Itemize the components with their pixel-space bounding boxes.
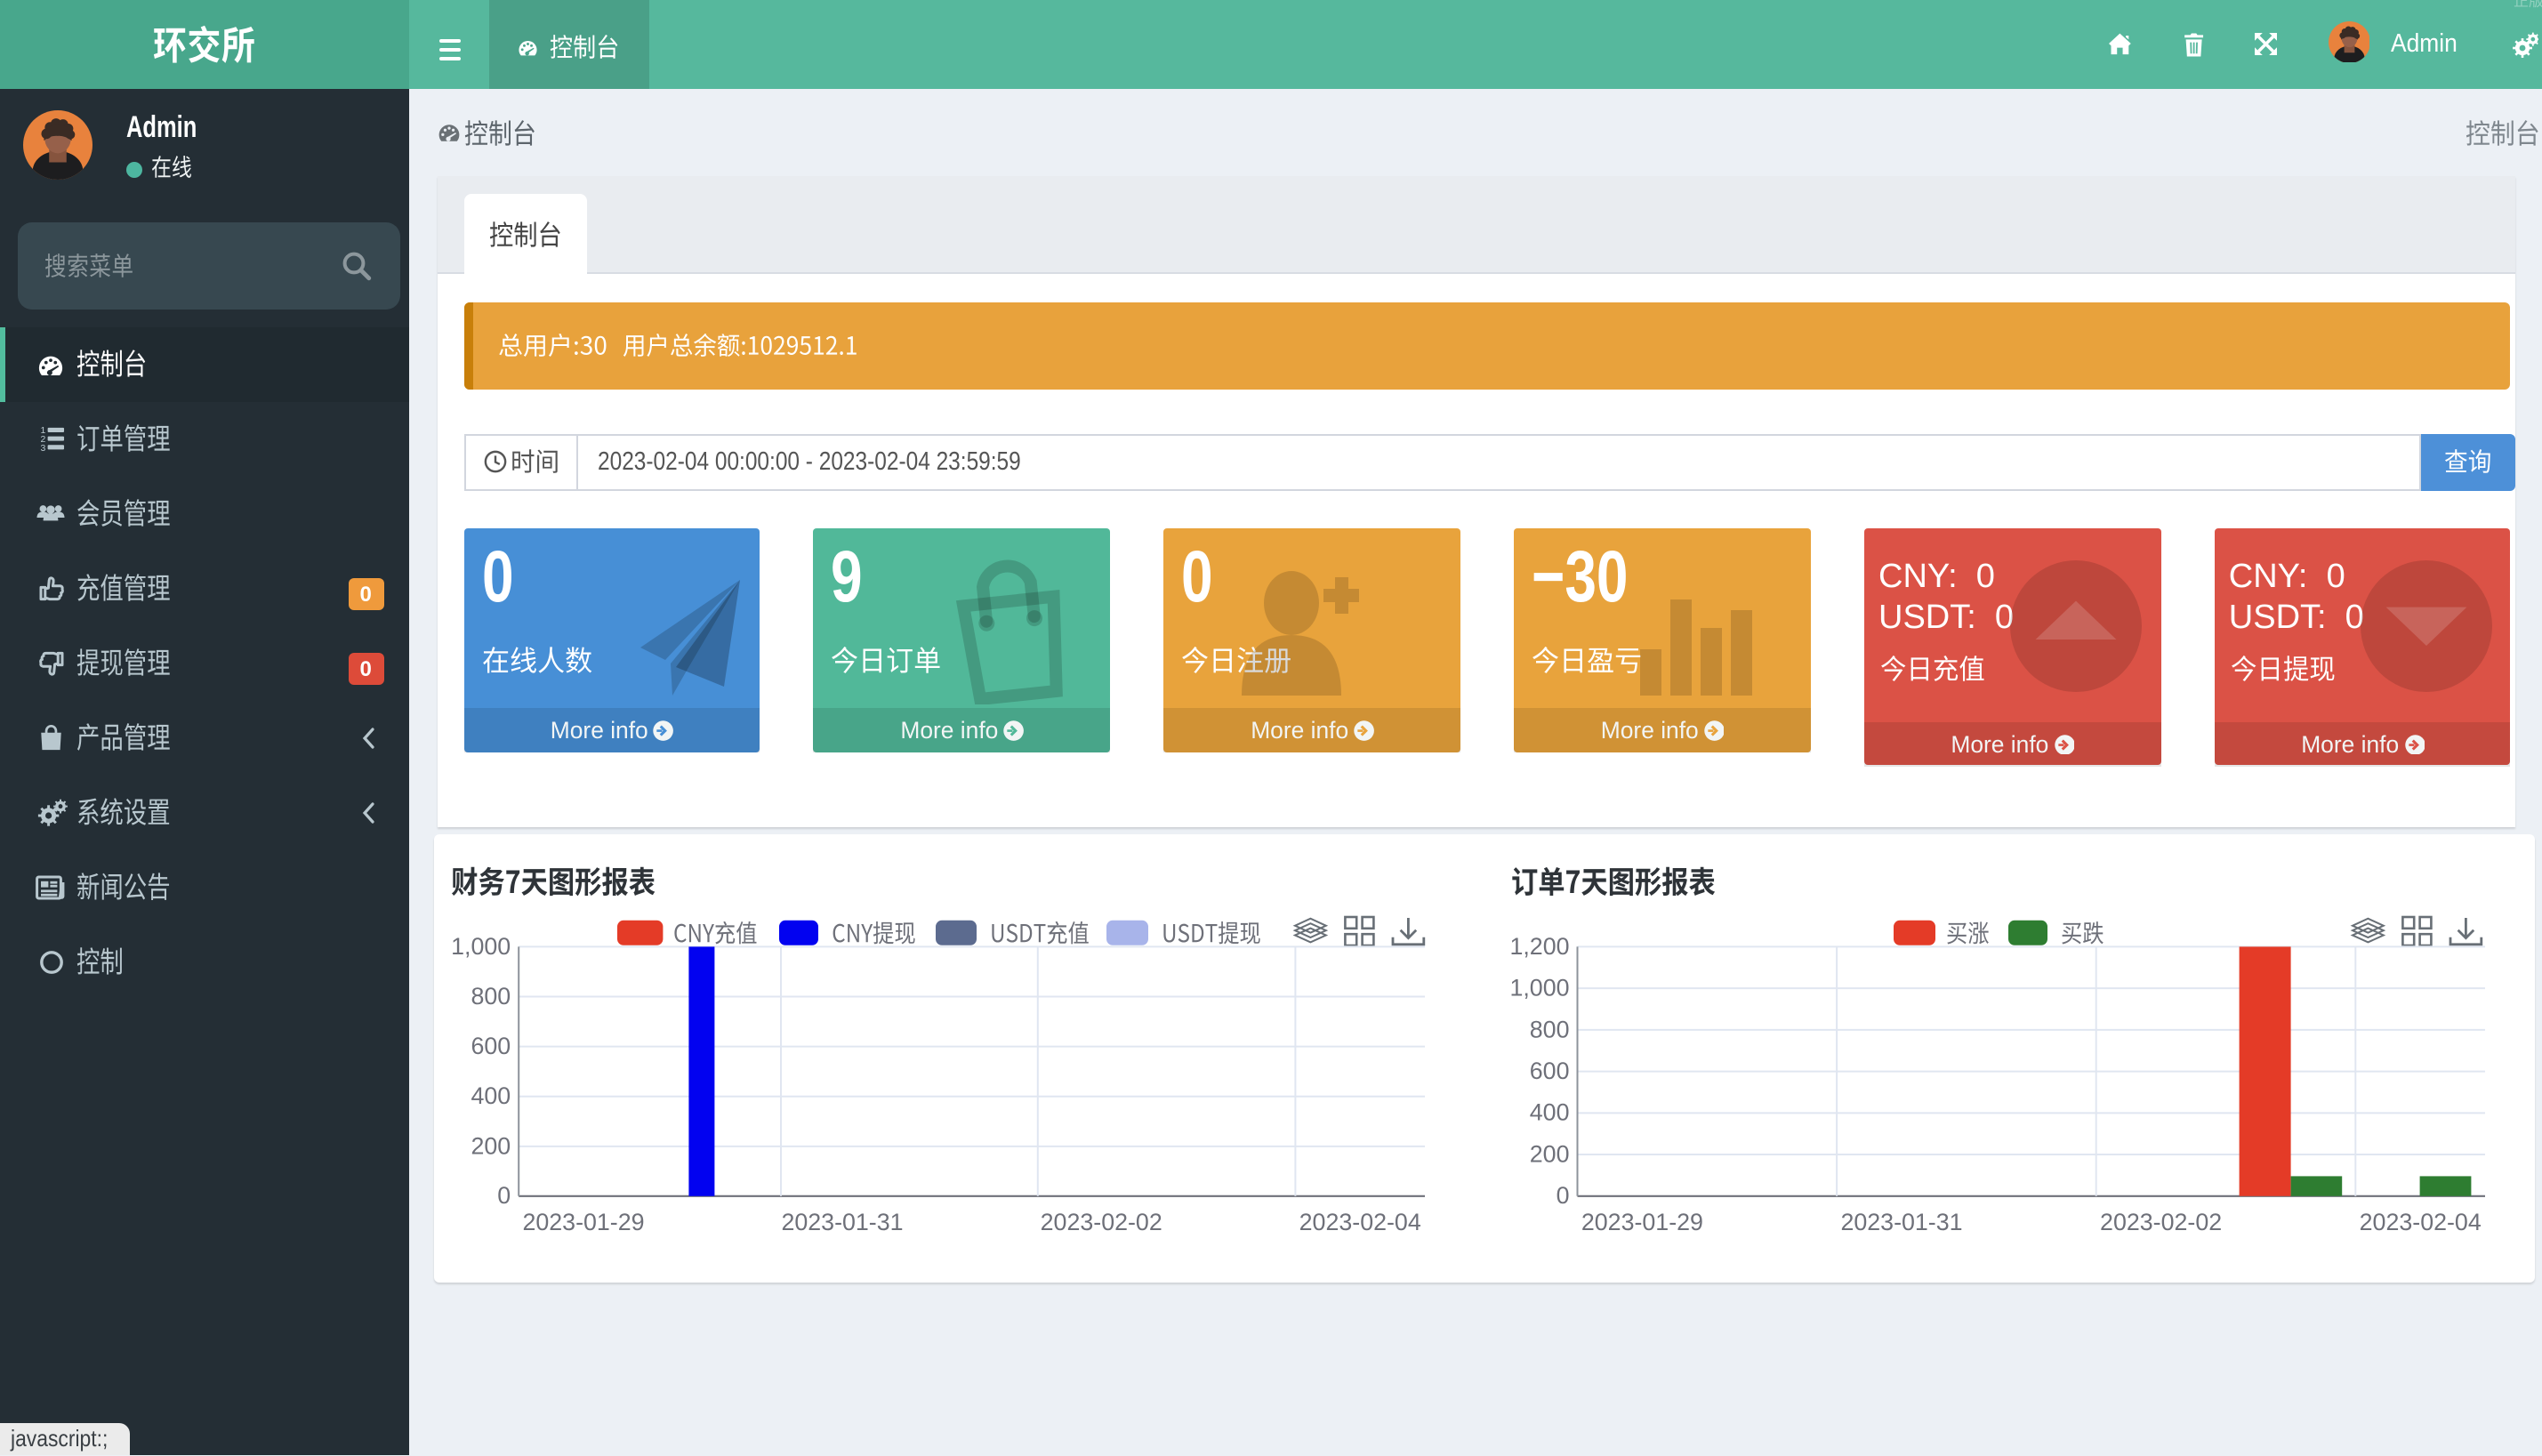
svg-text:2023-01-31: 2023-01-31 [1840, 1208, 1962, 1235]
svg-text:2023-01-29: 2023-01-29 [1581, 1208, 1703, 1235]
svg-text:600: 600 [1530, 1057, 1570, 1083]
svg-text:2023-02-04: 2023-02-04 [1299, 1208, 1421, 1235]
svg-text:600: 600 [471, 1032, 511, 1058]
svg-text:2023-01-29: 2023-01-29 [522, 1208, 644, 1235]
svg-text:1,000: 1,000 [451, 932, 511, 959]
svg-text:1,200: 1,200 [1509, 932, 1569, 959]
svg-text:200: 200 [471, 1131, 511, 1158]
svg-text:400: 400 [471, 1082, 511, 1108]
svg-text:3: 3 [40, 445, 45, 454]
svg-text:1,000: 1,000 [1509, 974, 1569, 1001]
svg-text:800: 800 [471, 982, 511, 1009]
svg-text:0: 0 [497, 1181, 511, 1208]
svg-text:800: 800 [1530, 1015, 1570, 1042]
svg-text:0: 0 [1557, 1181, 1570, 1208]
svg-text:200: 200 [1530, 1139, 1570, 1166]
svg-text:2023-02-02: 2023-02-02 [1041, 1208, 1162, 1235]
svg-text:2023-02-04: 2023-02-04 [2360, 1208, 2482, 1235]
svg-text:2023-02-02: 2023-02-02 [2100, 1208, 2222, 1235]
svg-text:2023-01-31: 2023-01-31 [781, 1208, 903, 1235]
svg-text:400: 400 [1530, 1098, 1570, 1125]
